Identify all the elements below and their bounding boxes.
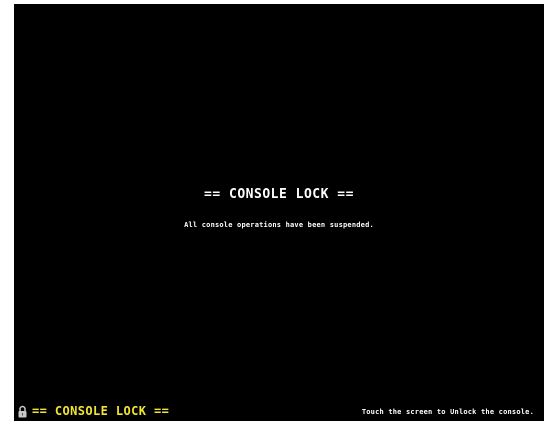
status-bar: == CONSOLE LOCK == Touch the screen to U… (14, 403, 544, 421)
unlock-hint: Touch the screen to Unlock the console. (361, 408, 534, 416)
status-bar-title: == CONSOLE LOCK == (32, 404, 170, 418)
console-lock-title: == CONSOLE LOCK == (204, 187, 354, 202)
console-lock-screen[interactable]: == CONSOLE LOCK == All console operation… (14, 4, 544, 421)
lock-icon (18, 405, 27, 418)
console-lock-message: All console operations have been suspend… (184, 221, 374, 229)
